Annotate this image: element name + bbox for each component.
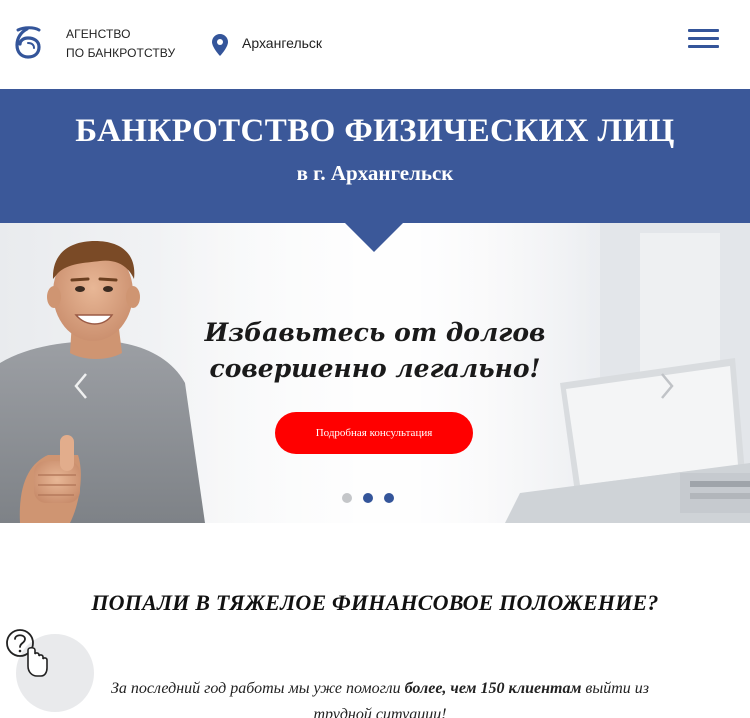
site-header: АГЕНСТВО ПО БАНКРОТСТВУ Архангельск (0, 0, 750, 89)
menu-bar (688, 29, 719, 32)
slider-dot-2[interactable] (363, 493, 373, 503)
help-question-icon[interactable] (4, 626, 48, 678)
description-text-highlight: более, чем 150 клиентам (404, 680, 582, 697)
hero-headline-line-1: Избавьтесь от долгов (204, 318, 546, 347)
hamburger-menu-icon[interactable] (688, 29, 719, 49)
logo-line-2: ПО БАНКРОТСТВУ (66, 46, 176, 60)
slider-dot-3[interactable] (384, 493, 394, 503)
title-banner: БАНКРОТСТВО ФИЗИЧЕСКИХ ЛИЦ в г. Архангел… (0, 89, 750, 223)
hero-headline-line-2: совершенно легально! (209, 354, 541, 383)
banner-pointer (344, 222, 404, 252)
menu-bar (688, 45, 719, 48)
description-text-start: За последний год работы мы уже помогли (111, 680, 405, 697)
section-heading: ПОПАЛИ В ТЯЖЕЛОЕ ФИНАНСОВОЕ ПОЛОЖЕНИЕ? (91, 590, 659, 615)
page-title: БАНКРОТСТВО ФИЗИЧЕСКИХ ЛИЦ (75, 113, 675, 149)
slider-dot-1[interactable] (342, 493, 352, 503)
map-pin-icon (212, 34, 228, 56)
city-selector[interactable]: Архангельск (242, 35, 322, 51)
consultation-button[interactable]: Подробная консультация (275, 412, 473, 454)
logo-line-1: АГЕНСТВО (66, 27, 131, 41)
slider-next-arrow-icon[interactable] (658, 371, 676, 401)
hero-headline: Избавьтесь от долгов совершенно легально… (200, 315, 550, 387)
menu-bar (688, 37, 719, 40)
agency-logo-icon[interactable] (12, 26, 42, 60)
slider-prev-arrow-icon[interactable] (72, 371, 90, 401)
logo-text[interactable]: АГЕНСТВО ПО БАНКРОТСТВУ (66, 25, 175, 63)
hero-slider: Избавьтесь от долгов совершенно легально… (0, 223, 750, 523)
section-description: За последний год работы мы уже помогли б… (80, 676, 680, 718)
page-subtitle: в г. Архангельск (296, 161, 454, 185)
